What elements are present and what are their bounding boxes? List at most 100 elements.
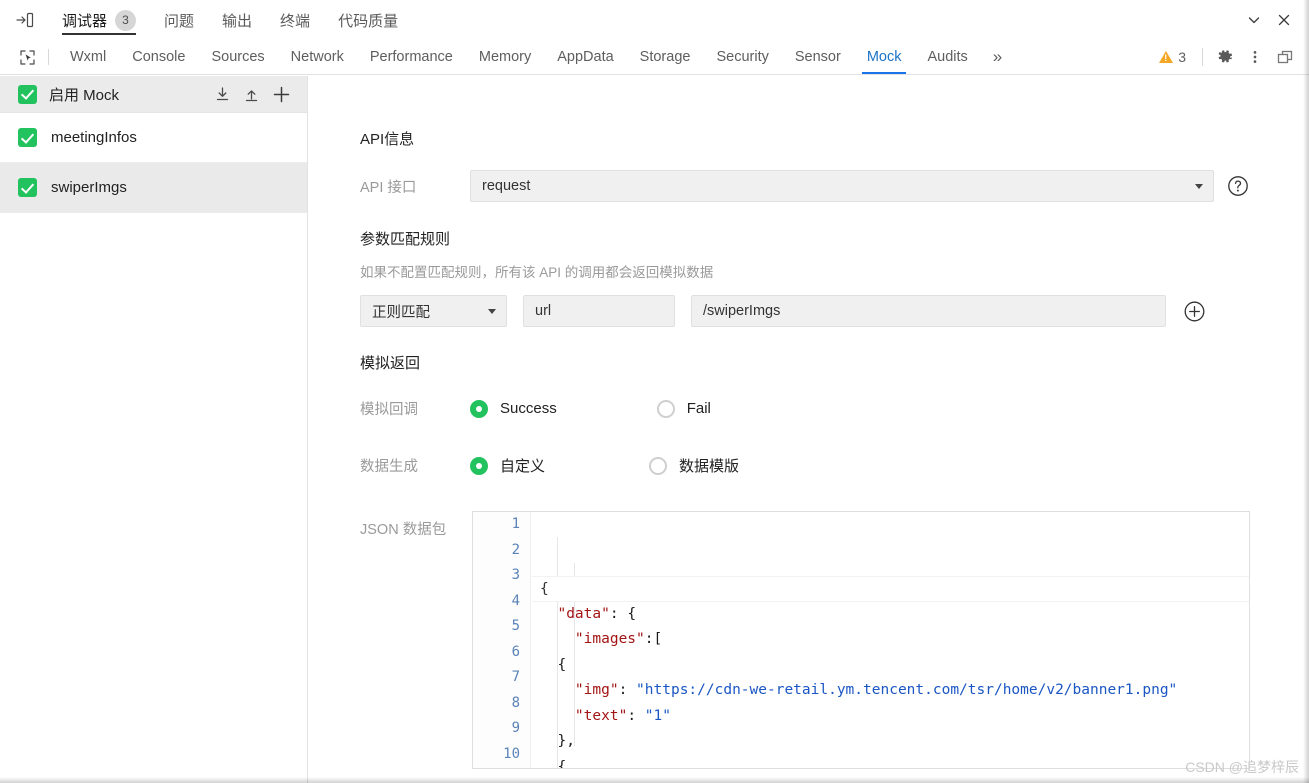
tab-wxml[interactable]: Wxml <box>57 40 119 74</box>
tab-sensor[interactable]: Sensor <box>782 40 854 74</box>
panel-bar: 调试器 3 问题 输出 终端 代码质量 <box>0 0 1309 40</box>
code-token: "img" <box>574 682 619 698</box>
panel-tab-0[interactable]: 调试器 3 <box>48 0 150 40</box>
enable-mock-checkbox[interactable] <box>18 84 37 104</box>
undock-window-icon[interactable] <box>1271 43 1299 71</box>
panel-tab-label: 输出 <box>222 12 253 30</box>
mock-callback-option-success[interactable]: Success <box>470 399 557 418</box>
inspect-element-icon[interactable] <box>12 40 42 74</box>
radio-label: Success <box>500 400 557 417</box>
panel-tab-4[interactable]: 代码质量 <box>324 0 412 40</box>
enable-mock-row[interactable]: 启用 Mock <box>0 76 307 113</box>
editor-code-area[interactable]: { "data": { "images":[ { "img": "https:/… <box>532 512 1249 768</box>
code-token: : { <box>609 605 637 622</box>
add-icon[interactable] <box>272 85 291 104</box>
toolbar-divider-2 <box>1202 48 1203 66</box>
editor-line-number: 6 <box>511 643 520 660</box>
tab-storage[interactable]: Storage <box>627 40 704 74</box>
import-icon[interactable] <box>214 86 231 103</box>
tab-network[interactable]: Network <box>278 40 357 74</box>
match-value-input[interactable]: /swiperImgs <box>691 295 1166 327</box>
data-generation-option-数据模版[interactable]: 数据模版 <box>649 455 739 476</box>
sidebar-item-meetinginfos[interactable]: meetingInfos <box>0 113 307 163</box>
tab-audits[interactable]: Audits <box>914 40 980 74</box>
radio-button[interactable] <box>470 456 488 475</box>
radio-label: Fail <box>686 400 711 417</box>
mock-callback-row: 模拟回调 Success Fail <box>360 398 960 419</box>
panel-tab-1[interactable]: 问题 <box>150 0 208 40</box>
chevron-down-icon[interactable] <box>1241 7 1267 33</box>
code-token: { <box>540 656 567 673</box>
match-type-select[interactable]: 正则匹配 <box>360 295 507 327</box>
kebab-menu-icon[interactable] <box>1241 43 1269 71</box>
sidebar-item-swiperimgs[interactable]: swiperImgs <box>0 163 307 213</box>
mock-callback-label: 模拟回调 <box>360 402 418 418</box>
code-token: { <box>540 758 567 769</box>
editor-code-line: { <box>532 653 1249 679</box>
more-tabs-icon[interactable]: » <box>981 40 1014 74</box>
mock-callback-option-fail[interactable]: Fail <box>656 399 711 418</box>
api-interface-select[interactable]: request <box>470 170 1214 202</box>
warning-count: 3 <box>1178 49 1186 65</box>
devtools-toolbar-right: 3 <box>1151 40 1309 75</box>
editor-line-number: 3 <box>511 567 520 583</box>
panel-tab-label: 问题 <box>164 12 195 30</box>
panel-tab-list: 调试器 3 问题 输出 终端 代码质量 <box>42 0 1241 40</box>
mock-rule-checkbox[interactable] <box>18 128 37 147</box>
radio-button[interactable] <box>649 456 668 475</box>
editor-line-number: 5 <box>511 618 520 634</box>
code-token: :[ <box>644 631 663 647</box>
api-interface-value: request <box>482 178 531 194</box>
dock-panel-icon[interactable] <box>8 0 42 40</box>
editor-code-line: "images":[ <box>532 627 1249 653</box>
radio-button[interactable] <box>656 399 675 418</box>
match-rule-row: 正则匹配 url /swiperImgs <box>360 295 1260 327</box>
close-icon[interactable] <box>1271 7 1297 33</box>
chevron-down-icon <box>1195 184 1203 189</box>
radio-label: 自定义 <box>500 458 546 475</box>
mock-rule-list: meetingInfos swiperImgs <box>0 113 307 213</box>
code-token: { <box>540 581 549 597</box>
panel-tab-label: 调试器 <box>62 12 108 30</box>
mock-rule-checkbox[interactable] <box>18 178 37 197</box>
add-circle-icon[interactable] <box>1182 299 1206 323</box>
editor-line-number: 10 <box>503 745 520 762</box>
tab-memory[interactable]: Memory <box>466 40 544 74</box>
radio-button[interactable] <box>470 399 488 418</box>
data-generation-row: 数据生成 自定义 数据模版 <box>360 455 960 476</box>
panel-tab-label: 代码质量 <box>338 12 399 30</box>
panel-tab-2[interactable]: 输出 <box>208 0 266 40</box>
editor-line-number: 8 <box>511 694 520 711</box>
data-generation-option-自定义[interactable]: 自定义 <box>470 455 545 476</box>
help-circle-icon[interactable] <box>1226 174 1250 198</box>
devtools-window: 调试器 3 问题 输出 终端 代码质量 Wxml Console Sources Network… <box>0 0 1309 783</box>
tab-performance[interactable]: Performance <box>357 40 466 74</box>
panel-tab-3[interactable]: 终端 <box>266 0 324 40</box>
json-code-editor[interactable]: 1 2 3 4 5 6 7 8 9 10 11 { "data": { "images":[ { "… <box>472 511 1250 769</box>
match-key-input[interactable]: url <box>523 295 675 327</box>
json-packet-label: JSON 数据包 <box>360 522 447 538</box>
api-section-title: API信息 <box>360 131 415 148</box>
warning-badge[interactable]: 3 <box>1151 49 1194 65</box>
match-section-title: 参数匹配规则 <box>360 231 451 248</box>
editor-line-number: 11 <box>473 767 530 768</box>
gear-icon[interactable] <box>1211 43 1239 71</box>
match-key-value: url <box>535 303 552 319</box>
tab-appdata[interactable]: AppData <box>544 40 626 74</box>
tab-mock[interactable]: Mock <box>854 40 915 74</box>
api-interface-row: API 接口 request <box>360 170 1260 202</box>
code-token: "text" <box>574 707 628 724</box>
panel-tab-badge: 3 <box>115 9 137 31</box>
tab-console[interactable]: Console <box>119 40 198 74</box>
watermark: CSDN @追梦梓辰 <box>1185 759 1299 775</box>
tab-security[interactable]: Security <box>703 40 781 74</box>
editor-code-line: { <box>532 755 1249 769</box>
editor-code-line: "text": "1" <box>532 704 1249 730</box>
devtools-tabs: Wxml Console Sources Network Performance Memo… <box>57 40 1151 75</box>
export-icon[interactable] <box>243 86 260 103</box>
tab-sources[interactable]: Sources <box>198 40 277 74</box>
editor-line-number: 9 <box>511 720 520 736</box>
match-value-value: /swiperImgs <box>703 303 781 319</box>
